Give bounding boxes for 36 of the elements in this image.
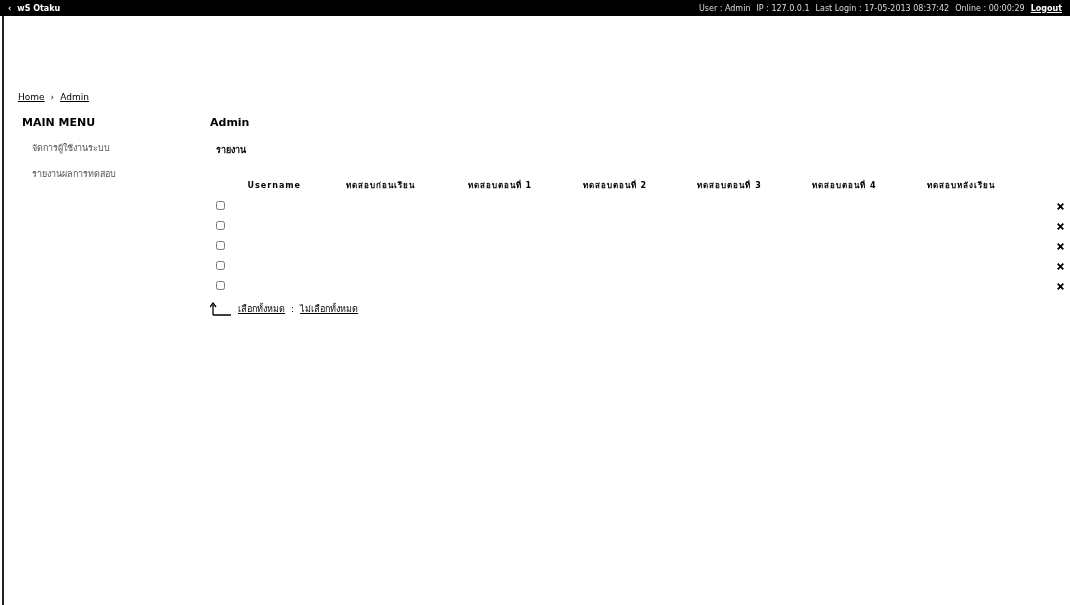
site-name: wS Otaku: [17, 3, 61, 13]
row-checkbox[interactable]: [216, 240, 225, 250]
session-info: IP : 127.0.0.1: [756, 3, 810, 13]
column-header: ทดสอบก่อนเรียน: [345, 180, 417, 192]
breadcrumb-link[interactable]: Home: [18, 92, 45, 102]
breadcrumb-separator: ›: [50, 92, 55, 102]
breadcrumb-link[interactable]: Admin: [60, 92, 89, 102]
column-header: ทดสอบตอนที่ 3: [696, 179, 763, 192]
delete-icon[interactable]: [1057, 202, 1064, 210]
menu-item[interactable]: รายงานผลการทดสอบ: [22, 167, 210, 181]
column-header: ทดสอบตอนที่ 4: [811, 179, 878, 192]
row-checkbox[interactable]: [216, 280, 225, 290]
row-checkbox[interactable]: [216, 220, 225, 230]
column-header: ทดสอบตอนที่ 1: [466, 179, 534, 192]
session-info: User : Admin: [698, 3, 751, 13]
row-checkbox[interactable]: [216, 200, 225, 210]
delete-icon[interactable]: [1057, 282, 1064, 290]
column-header: ทดสอบหลังเรียน: [926, 180, 997, 192]
delete-icon[interactable]: [1057, 262, 1064, 270]
column-header: Username: [246, 180, 303, 192]
logout-link[interactable]: Logout: [1030, 3, 1062, 13]
delete-icon[interactable]: [1057, 222, 1064, 230]
row-checkbox[interactable]: [216, 260, 225, 270]
back-arrow[interactable]: ‹: [8, 3, 12, 13]
select-link[interactable]: ไม่เลือกทั้งหมด: [300, 302, 359, 316]
menu-title: MAIN MENU: [22, 116, 97, 129]
delete-icon[interactable]: [1057, 242, 1064, 250]
select-link[interactable]: เลือกทั้งหมด: [238, 302, 285, 316]
separator: :: [291, 304, 295, 314]
column-header: ทดสอบตอนที่ 2: [581, 179, 648, 192]
section-title: รายงาน: [216, 144, 247, 157]
menu-item[interactable]: จัดการผู้ใช้งานระบบ: [22, 141, 210, 155]
corner-arrow-icon: [210, 302, 232, 316]
session-info: Last Login : 17-05-2013 08:37:42: [815, 3, 950, 13]
session-info: Online : 00:00:29: [955, 3, 1025, 13]
page-title: Admin: [210, 116, 251, 129]
